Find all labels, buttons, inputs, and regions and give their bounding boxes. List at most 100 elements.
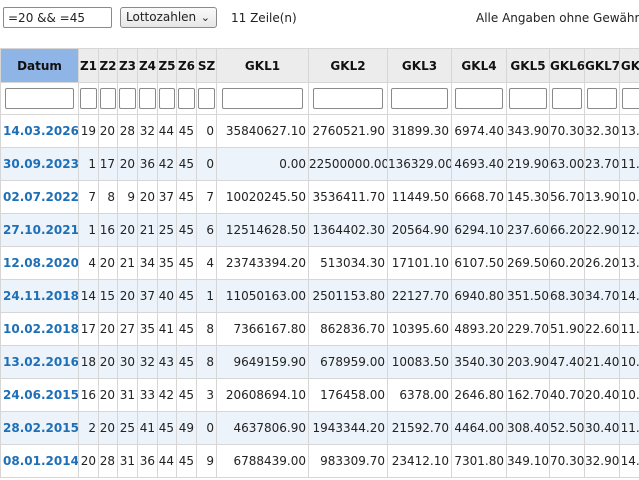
col-header-z6[interactable]: Z6 <box>176 48 197 83</box>
table-row[interactable]: 27.10.2021 1 16 20 21 25 45 6 12514628.50 1364402… <box>0 213 639 247</box>
column-filter-input[interactable] <box>197 88 216 109</box>
table-cell: 8 <box>196 312 217 346</box>
table-row[interactable]: 14.03.2026 19 20 28 32 44 45 0 35840627.10 276052… <box>0 114 639 148</box>
table-row[interactable]: 28.02.2015 2 20 25 41 45 49 0 4637806.90 1943344.… <box>0 411 639 445</box>
col-header-gkl5[interactable]: GKL5 <box>506 48 550 83</box>
table-cell: 862836.70 <box>308 312 388 346</box>
column-filter-input[interactable] <box>509 88 547 109</box>
draw-date-link[interactable]: 27.10.2021 <box>0 213 79 247</box>
column-filter-input[interactable] <box>391 88 448 109</box>
table-cell: 26.20 <box>584 246 620 280</box>
col-header-z3[interactable]: Z3 <box>117 48 138 83</box>
table-cell: 2760521.90 <box>308 114 388 148</box>
draw-date-link[interactable]: 02.07.2022 <box>0 180 79 214</box>
table-cell: 70.30 <box>549 114 585 148</box>
table-cell: 45 <box>176 378 197 412</box>
table-cell: 9649159.90 <box>216 345 309 379</box>
column-filter-input[interactable] <box>138 88 157 109</box>
draw-date-link[interactable]: 08.01.2014 <box>0 444 79 478</box>
header-row: Datum Z1 Z2 Z3 Z4 Z5 Z6 SZ GKL1 GKL2 GKL… <box>0 48 639 83</box>
col-header-gkl7[interactable]: GKL7 <box>584 48 620 83</box>
table-cell: 44 <box>157 114 177 148</box>
col-header-datum[interactable]: Datum <box>0 48 79 83</box>
column-filter-input[interactable] <box>99 88 117 109</box>
table-cell: 45 <box>176 246 197 280</box>
table-cell: 20 <box>117 213 138 247</box>
draw-date-link[interactable]: 24.06.2015 <box>0 378 79 412</box>
col-header-z2[interactable]: Z2 <box>98 48 118 83</box>
table-row[interactable]: 13.02.2016 18 20 30 32 43 45 8 9649159.90 678959.… <box>0 345 639 379</box>
table-cell: 70.30 <box>549 444 585 478</box>
table-cell: 45 <box>157 411 177 445</box>
col-header-gkl3[interactable]: GKL3 <box>387 48 452 83</box>
table-row[interactable]: 30.09.2023 1 17 20 36 42 45 0 0.00 22500000.00 136… <box>0 147 639 181</box>
col-header-gkl6[interactable]: GKL6 <box>549 48 585 83</box>
table-cell: 36 <box>137 147 158 181</box>
table-cell: 237.60 <box>506 213 550 247</box>
column-filter-input[interactable] <box>312 88 384 109</box>
table-cell: 6668.70 <box>451 180 507 214</box>
table-cell: 4637806.90 <box>216 411 309 445</box>
number-type-select[interactable]: Lottozahlen ⌄ <box>120 7 217 28</box>
table-row[interactable]: 24.11.2018 14 15 20 37 40 45 1 11050163.00 250115… <box>0 279 639 313</box>
table-row[interactable]: 24.06.2015 16 20 31 33 42 45 3 20608694.10 176458… <box>0 378 639 412</box>
table-cell: 34.70 <box>584 279 620 313</box>
table-cell: 32 <box>137 345 158 379</box>
table-cell: 4893.20 <box>451 312 507 346</box>
table-cell: 9 <box>117 180 138 214</box>
col-header-gkl4[interactable]: GKL4 <box>451 48 507 83</box>
table-cell: 20608694.10 <box>216 378 309 412</box>
table-cell: 349.10 <box>506 444 550 478</box>
col-header-gkl2[interactable]: GKL2 <box>308 48 388 83</box>
table-row[interactable]: 02.07.2022 7 8 9 20 37 45 7 10020245.50 3536411.7… <box>0 180 639 214</box>
table-cell: 22.90 <box>584 213 620 247</box>
draw-date-link[interactable]: 30.09.2023 <box>0 147 79 181</box>
table-cell: 30 <box>117 345 138 379</box>
table-row[interactable]: 08.01.2014 20 28 31 36 44 45 9 6788439.00 983309.… <box>0 444 639 478</box>
table-cell: 20 <box>117 279 138 313</box>
table-cell: 11449.50 <box>387 180 452 214</box>
col-header-gkl8[interactable]: GKL8 <box>619 48 639 83</box>
table-cell: 36 <box>137 444 158 478</box>
col-header-z5[interactable]: Z5 <box>157 48 177 83</box>
draw-date-link[interactable]: 12.08.2020 <box>0 246 79 280</box>
column-filter-input[interactable] <box>586 88 618 109</box>
column-filter-input[interactable] <box>454 88 504 109</box>
draw-date-link[interactable]: 10.02.2018 <box>0 312 79 346</box>
draw-date-link[interactable]: 13.02.2016 <box>0 345 79 379</box>
table-cell: 269.50 <box>506 246 550 280</box>
column-filter-input[interactable] <box>221 88 304 109</box>
filter-input[interactable] <box>3 7 112 28</box>
draw-date-link[interactable]: 28.02.2015 <box>0 411 79 445</box>
table-cell: 66.20 <box>549 213 585 247</box>
table-cell: 20 <box>117 147 138 181</box>
draw-date-link[interactable]: 14.03.2026 <box>0 114 79 148</box>
table-cell: 11.70 <box>619 312 639 346</box>
table-cell: 27 <box>117 312 138 346</box>
table-cell: 0 <box>196 147 217 181</box>
table-cell: 21592.70 <box>387 411 452 445</box>
column-filter-input[interactable] <box>551 88 583 109</box>
table-cell: 15 <box>98 279 118 313</box>
col-header-z4[interactable]: Z4 <box>137 48 158 83</box>
toolbar: Lottozahlen ⌄ 11 Zeile(n) Alle Angaben o… <box>0 0 639 40</box>
draw-date-link[interactable]: 24.11.2018 <box>0 279 79 313</box>
table-cell: 1 <box>196 279 217 313</box>
table-cell: 35 <box>157 246 177 280</box>
table-cell: 11.40 <box>619 147 639 181</box>
column-filter-input[interactable] <box>621 88 639 109</box>
col-header-sz[interactable]: SZ <box>196 48 217 83</box>
table-cell: 35 <box>137 312 158 346</box>
table-cell: 20 <box>98 246 118 280</box>
column-filter-input[interactable] <box>4 88 75 109</box>
column-filter-input[interactable] <box>158 88 176 109</box>
col-header-gkl1[interactable]: GKL1 <box>216 48 309 83</box>
table-row[interactable]: 10.02.2018 17 20 27 35 41 45 8 7366167.80 862836.… <box>0 312 639 346</box>
table-cell: 68.30 <box>549 279 585 313</box>
table-cell: 17101.10 <box>387 246 452 280</box>
column-filter-input[interactable] <box>118 88 137 109</box>
column-filter-input[interactable] <box>177 88 196 109</box>
column-filter-input[interactable] <box>79 88 98 109</box>
col-header-z1[interactable]: Z1 <box>78 48 99 83</box>
table-row[interactable]: 12.08.2020 4 20 21 34 35 45 4 23743394.20 513034.… <box>0 246 639 280</box>
